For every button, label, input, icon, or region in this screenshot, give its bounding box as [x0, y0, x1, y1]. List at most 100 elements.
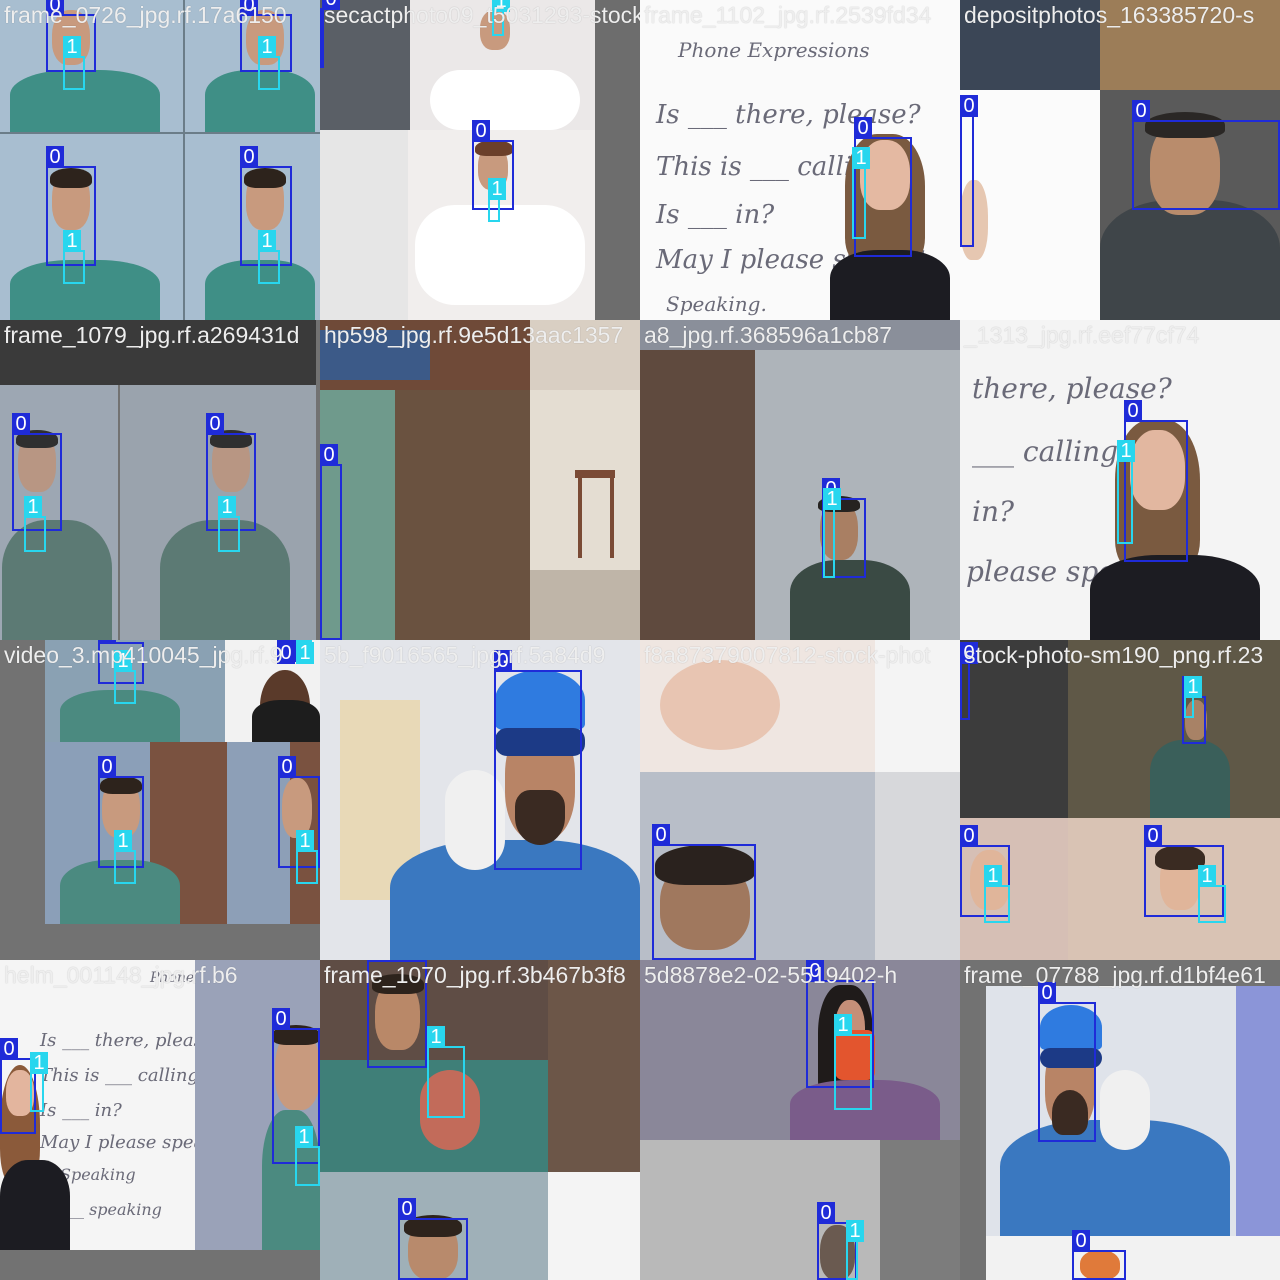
class-label: 0 — [46, 146, 64, 168]
class-label: 0 — [278, 756, 296, 778]
whiteboard-line: Is ___ in? — [656, 200, 775, 230]
tile-15: frame_07788_jpg.rf.d1bf4e61 0 0 — [960, 960, 1280, 1280]
class-label: 1 — [852, 147, 870, 169]
class-label: 1 — [984, 865, 1002, 887]
tile-11: stock-photo-sm190_png.rf.23 0 0 1 0 1 0 … — [960, 640, 1280, 960]
tile-filename: _1313_jpg.rf.eef77cf74 — [964, 322, 1200, 348]
class-label: 1 — [492, 0, 510, 12]
class-label: 0 — [652, 824, 670, 846]
tile-13: frame_1070_jpg.rf.3b467b3f8 0 1 0 — [320, 960, 640, 1280]
tile-filename: frame_07788_jpg.rf.d1bf4e61 — [964, 962, 1266, 988]
class-label: 0 — [206, 413, 224, 435]
bbox-class-0: 0 — [320, 0, 340, 68]
whiteboard-line: Speaking. — [666, 292, 767, 316]
bbox-class-1: 1 — [1184, 676, 1202, 718]
bbox-class-1: 1 — [63, 36, 85, 90]
whiteboard-fragment: Speaking — [60, 1165, 136, 1184]
class-label: 0 — [854, 117, 872, 139]
tile-14: 5d8878e2-02-5519402-h 0 1 0 1 — [640, 960, 960, 1280]
class-label: 0 — [494, 650, 512, 672]
bbox-class-1: 1 — [258, 36, 280, 90]
bbox-class-1: 1 — [30, 1052, 48, 1112]
bbox-class-0: 0 — [1132, 100, 1280, 210]
class-label: 1 — [295, 1126, 313, 1148]
class-label: 1 — [63, 36, 81, 58]
mosaic-grid: frame_0726_jpg.rf.17a6150 0 1 0 1 0 1 0 … — [0, 0, 1280, 1280]
bbox-class-1: 1 — [296, 830, 318, 884]
class-label: 0 — [806, 960, 824, 982]
class-label: 0 — [960, 825, 978, 847]
whiteboard-fragment: in? — [972, 495, 1014, 528]
class-label: 0 — [240, 0, 258, 16]
class-label: 1 — [834, 1014, 852, 1036]
bbox-class-0: 0 — [960, 642, 978, 720]
class-label: 0 — [46, 0, 64, 16]
class-label: 0 — [322, 0, 340, 10]
bbox-class-0: 0 — [398, 1198, 468, 1280]
class-label: 0 — [472, 120, 490, 142]
class-label: 0 — [1124, 400, 1142, 422]
class-label: 1 — [846, 1220, 864, 1242]
class-label: 1 — [114, 830, 132, 852]
class-label: 0 — [240, 146, 258, 168]
class-label: 0 — [272, 1008, 290, 1030]
tile-3: depositphotos_163385720-s 0 0 — [960, 0, 1280, 320]
whiteboard-fragment: Is ___ in? — [40, 1100, 122, 1121]
class-label: 1 — [427, 1026, 445, 1048]
class-label: 1 — [30, 1052, 48, 1074]
class-label: 1 — [24, 496, 42, 518]
class-label: 0 — [960, 642, 978, 664]
bbox-class-1: 1 — [218, 496, 240, 552]
bbox-class-1: 1 — [296, 640, 314, 664]
class-label: 1 — [1198, 865, 1216, 887]
bbox-class-0: 0 — [320, 444, 342, 640]
class-label: 0 — [367, 960, 385, 962]
class-label: 0 — [0, 1038, 18, 1060]
tile-1: secactphoto09_t5031293-stock-photo-beaut… — [320, 0, 640, 320]
class-label: 1 — [63, 230, 81, 252]
bbox-class-0: 0 — [277, 640, 297, 664]
class-label: 1 — [1184, 676, 1202, 698]
class-label: 1 — [823, 488, 841, 510]
class-label: 1 — [218, 496, 236, 518]
bbox-class-0: 0 — [367, 960, 427, 1068]
class-label: 1 — [114, 650, 132, 672]
class-label: 1 — [258, 230, 276, 252]
bbox-class-1: 1 — [63, 230, 85, 284]
tile-filename: frame_1102_jpg.rf.2539fd34 — [644, 2, 932, 28]
bbox-class-1: 1 — [427, 1026, 465, 1118]
class-label: 0 — [98, 640, 116, 644]
bbox-class-1: 1 — [24, 496, 46, 552]
bbox-class-1: 1 — [852, 147, 870, 239]
tile-4: frame_1079_jpg.rf.a269431d 0 1 0 1 — [0, 320, 320, 640]
class-label: 0 — [1132, 100, 1150, 122]
whiteboard-fragment: May I please speak — [40, 1132, 216, 1153]
bbox-class-1: 1 — [114, 830, 136, 884]
bbox-class-0: 0 — [1072, 1230, 1126, 1280]
bbox-class-0: 0 — [652, 824, 756, 960]
bbox-class-1: 1 — [823, 488, 841, 578]
whiteboard-line: Is ___ there, please? — [656, 100, 921, 130]
whiteboard-fragment: This is ___ calling — [40, 1065, 199, 1086]
class-label: 0 — [1144, 825, 1162, 847]
class-label: 0 — [960, 95, 978, 117]
bbox-class-1: 1 — [114, 650, 136, 704]
tile-10: f8a87379007812-stock-phot 0 — [640, 640, 960, 960]
tile-5: hp598_jpg.rf.9e5d13aac1357 0 — [320, 320, 640, 640]
tile-2: Phone Expressions Is ___ there, please? … — [640, 0, 960, 320]
class-label: 0 — [320, 444, 338, 466]
whiteboard-fragment: ___ speaking — [60, 1200, 162, 1219]
class-label: 1 — [258, 36, 276, 58]
bbox-class-1: 1 — [492, 0, 510, 36]
bbox-class-1: 1 — [1117, 440, 1135, 544]
class-label: 0 — [398, 1198, 416, 1220]
bbox-class-0: 0 — [494, 650, 582, 870]
class-label: 1 — [296, 642, 314, 664]
bbox-class-0: 0 — [960, 95, 978, 247]
class-label: 0 — [12, 413, 30, 435]
class-label: 1 — [296, 830, 314, 852]
bbox-class-1: 1 — [1198, 865, 1226, 923]
class-label: 0 — [1072, 1230, 1090, 1252]
class-label: 0 — [1038, 982, 1056, 1004]
bbox-class-1: 1 — [258, 230, 280, 284]
